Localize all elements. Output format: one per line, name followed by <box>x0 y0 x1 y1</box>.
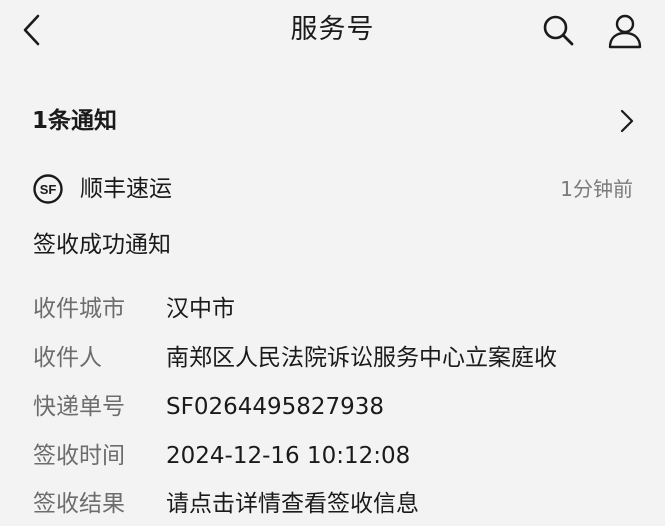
details-link[interactable]: 请点击详情查看签收信息 <box>166 482 419 526</box>
notification-count-row[interactable]: 1条通知 <box>0 98 665 144</box>
field-label: 签收结果 <box>33 491 125 517</box>
sender-name: 顺丰速运 <box>80 176 172 202</box>
field-value: SF0264495827938 <box>166 394 385 420</box>
field-row-city: 收件城市 汉中市 <box>0 287 665 331</box>
field-label: 签收时间 <box>33 443 125 469</box>
field-row-sign-result: 签收结果 请点击详情查看签收信息 <box>0 482 665 526</box>
svg-text:SF: SF <box>40 182 57 197</box>
field-label: 收件城市 <box>33 296 125 322</box>
field-row-recipient: 收件人 南郑区人民法院诉讼服务中心立案庭收 <box>0 336 665 380</box>
field-label: 快递单号 <box>33 394 125 420</box>
profile-button[interactable] <box>604 10 646 52</box>
message-time: 1分钟前 <box>560 177 633 201</box>
sf-express-logo: SF <box>33 174 63 204</box>
chevron-right-icon <box>620 109 634 133</box>
top-bar: 服务号 <box>0 0 665 62</box>
message-header: SF 顺丰速运 1分钟前 <box>0 168 665 212</box>
field-value: 汉中市 <box>166 296 235 322</box>
field-row-tracking-number: 快递单号 SF0264495827938 <box>0 385 665 429</box>
search-button[interactable] <box>538 10 578 50</box>
field-label: 收件人 <box>33 345 102 371</box>
person-icon <box>608 14 642 49</box>
message-title: 签收成功通知 <box>33 232 171 258</box>
notification-count: 1条通知 <box>32 108 118 134</box>
field-value: 南郑区人民法院诉讼服务中心立案庭收 <box>166 345 557 371</box>
field-row-sign-time: 签收时间 2024-12-16 10:12:08 <box>0 434 665 478</box>
search-icon <box>543 15 574 46</box>
field-value: 2024-12-16 10:12:08 <box>166 443 411 469</box>
